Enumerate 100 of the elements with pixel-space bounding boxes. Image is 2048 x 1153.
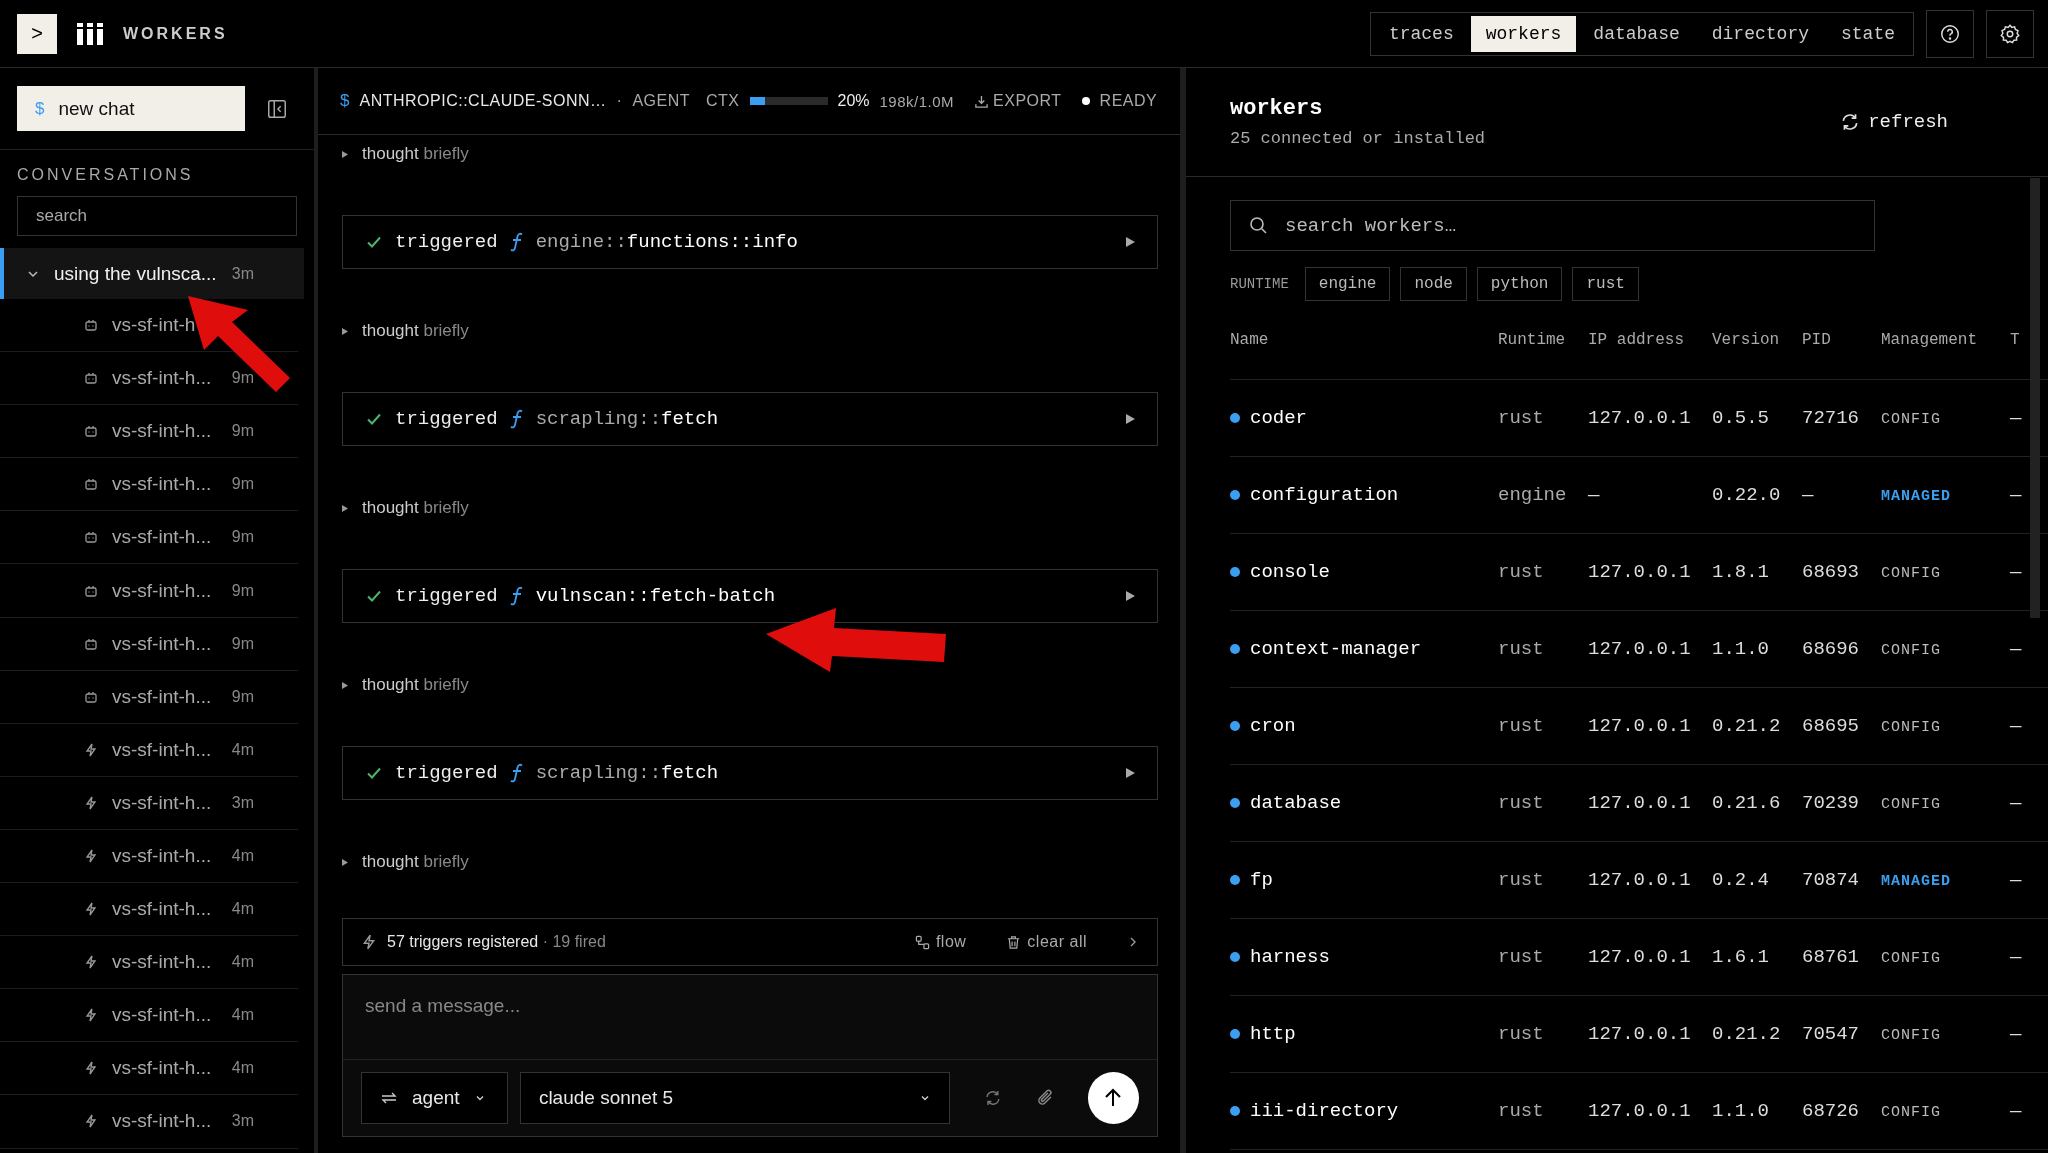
management-tag: CONFIG	[1881, 796, 1941, 813]
filter-chip[interactable]: node	[1400, 267, 1467, 301]
ctx-tokens: 198k/1.0M	[879, 92, 955, 110]
table-cell-text: —	[1588, 484, 1601, 506]
trash-icon	[1006, 934, 1022, 950]
status-dot	[1230, 1029, 1240, 1039]
filter-label: RUNTIME	[1230, 276, 1289, 292]
export-button[interactable]: EXPORT	[974, 92, 1062, 110]
conversation-item[interactable]: vs-sf-int-h... 4m	[0, 883, 298, 937]
thought-summary[interactable]: thought briefly	[362, 852, 469, 872]
send-button[interactable]	[1087, 1072, 1139, 1124]
management-tag: CONFIG	[1881, 719, 1941, 736]
status-dot	[1230, 875, 1240, 885]
table-cell-text: 72716	[1802, 407, 1860, 429]
trigger-card[interactable]: triggered scrapling::fetch	[342, 746, 1158, 800]
conversation-item[interactable]: vs-sf-int-h... 3m	[0, 776, 298, 830]
table-cell-text: —	[2010, 792, 2023, 814]
thought-summary[interactable]: thought briefly	[362, 498, 469, 518]
lightning-icon	[84, 849, 98, 863]
help-button[interactable]	[1926, 9, 1974, 58]
table-cell-text: —	[1802, 484, 1815, 506]
conversation-item[interactable]: vs-sf-int-h... 4m	[0, 723, 298, 777]
worker-name: harness	[1250, 946, 1330, 968]
expand-arrow-icon[interactable]	[1126, 591, 1135, 601]
download-icon	[974, 93, 990, 109]
column-header: Management	[1881, 331, 1978, 349]
column-header: Runtime	[1498, 331, 1567, 349]
nav-tab[interactable]: state	[1826, 15, 1910, 52]
table-cell-text: 70547	[1802, 1023, 1860, 1045]
expand-arrow-icon[interactable]	[1126, 414, 1135, 424]
management-tag: MANAGED	[1881, 488, 1951, 505]
filter-chip[interactable]: engine	[1304, 267, 1391, 301]
conversation-item[interactable]: vs-sf-int-h... 9m	[0, 458, 298, 512]
trigger-label: triggered	[395, 408, 498, 430]
conversation-item[interactable]: vs-sf-int-h... 9m	[0, 511, 298, 565]
expand-arrow-icon[interactable]	[1126, 237, 1135, 247]
message-field[interactable]: send a message...	[342, 974, 1158, 1060]
function-name: vulnscan::fetch-batch	[535, 585, 777, 607]
search-field[interactable]: search workers…	[1230, 200, 1875, 251]
worker-name: console	[1250, 561, 1330, 583]
trigger-card[interactable]: triggered scrapling::fetch	[342, 392, 1158, 446]
conversation-item[interactable]: vs-sf-int-h... 9m	[0, 670, 298, 724]
conversation-item[interactable]: using the vulnsca... 3m	[0, 248, 304, 299]
search-icon	[1248, 215, 1268, 235]
table-cell-text: 70239	[1802, 792, 1860, 814]
table-cell-text: —	[2010, 946, 2023, 968]
trigger-label: triggered	[395, 585, 498, 607]
lightning-icon	[84, 1061, 98, 1076]
search-field[interactable]: search	[17, 196, 297, 236]
expand-arrow-icon[interactable]	[342, 858, 348, 866]
dollar-icon: $	[340, 91, 350, 111]
conversation-item[interactable]: vs-sf-int-h... 4m	[0, 1042, 298, 1096]
conversation-item[interactable]: vs-sf-int-h... 4m	[0, 829, 298, 884]
refresh-button[interactable]: refresh	[1840, 111, 1948, 133]
filter-chip[interactable]: python	[1476, 267, 1563, 301]
nav-tab[interactable]: directory	[1696, 15, 1824, 52]
thought-summary[interactable]: thought briefly	[362, 144, 469, 164]
management-tag: CONFIG	[1881, 642, 1941, 659]
conversation-item[interactable]: vs-sf-int-h... 3m	[0, 1095, 298, 1149]
table-cell-text: rust	[1498, 561, 1545, 583]
trigger-card[interactable]: triggered vulnscan::fetch-batch	[342, 569, 1158, 623]
expand-arrow-icon[interactable]	[342, 504, 348, 512]
ctx-label: CTX	[706, 92, 740, 110]
table-cell-text: 68696	[1802, 638, 1860, 660]
trigger-label: triggered	[395, 231, 498, 253]
conversation-item[interactable]: vs-sf-int-h... 9m	[0, 405, 298, 459]
function-icon	[509, 586, 524, 606]
flow-button[interactable]: flow	[914, 933, 967, 951]
clear-all-button[interactable]: clear all	[1006, 933, 1087, 951]
management-tag: CONFIG	[1881, 950, 1941, 967]
settings-button[interactable]	[1986, 9, 2034, 58]
function-icon	[509, 409, 524, 429]
trigger-card[interactable]: triggered engine::functions::info	[342, 215, 1158, 269]
new-chat-button[interactable]: $ new chat	[17, 86, 245, 131]
nav-tab[interactable]: workers	[1470, 15, 1577, 52]
conversation-item[interactable]: vs-sf-int-h... 9m	[0, 617, 298, 671]
thought-summary[interactable]: thought briefly	[362, 321, 469, 341]
expand-arrow-icon[interactable]	[342, 681, 348, 689]
table-cell-text: 0.2.4	[1712, 869, 1770, 891]
thought-summary[interactable]: thought briefly	[362, 675, 469, 695]
conversation-item[interactable]: vs-sf-int-h... 4m	[0, 989, 298, 1043]
collapse-sidebar-icon[interactable]	[266, 97, 288, 120]
filter-chip[interactable]: rust	[1572, 267, 1639, 301]
refresh-icon[interactable]	[983, 1089, 1002, 1107]
worker-name: database	[1250, 792, 1342, 814]
expand-arrow-icon[interactable]	[342, 150, 348, 158]
nav-tab[interactable]: database	[1578, 15, 1695, 52]
mode-dropdown[interactable]: agent	[361, 1072, 508, 1124]
conversation-item[interactable]: vs-sf-int-h... 9m	[0, 564, 298, 618]
terminal-button[interactable]: >	[17, 13, 57, 54]
expand-arrow-icon[interactable]	[342, 327, 348, 335]
scrollbar[interactable]	[2030, 178, 2040, 618]
conversation-item[interactable]: vs-sf-int-h... 4m	[0, 936, 298, 990]
table-cell-text: rust	[1498, 1100, 1545, 1122]
nav-tab[interactable]: traces	[1373, 15, 1469, 52]
triggers-count: 57 triggers registered · 19 fired	[387, 933, 606, 951]
worker-name: cron	[1250, 715, 1296, 737]
status-dot	[1081, 97, 1090, 105]
expand-arrow-icon[interactable]	[1126, 768, 1135, 778]
model-dropdown[interactable]: claude sonnet 5	[519, 1072, 950, 1124]
